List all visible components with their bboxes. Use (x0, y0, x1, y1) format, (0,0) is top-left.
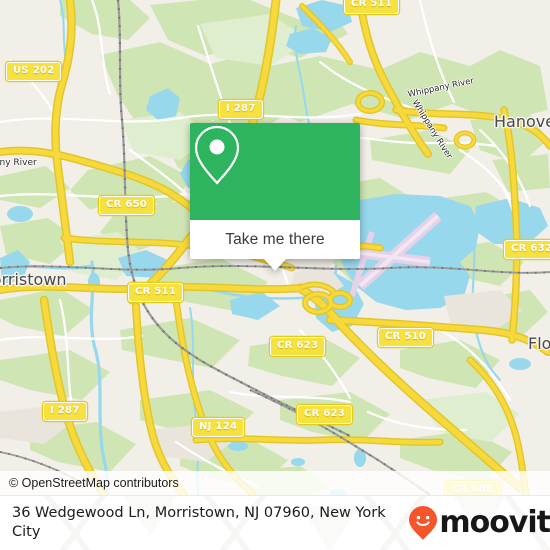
map-attribution: © OpenStreetMap contributors (0, 471, 550, 495)
address-text: 36 Wedgewood Ln, Morristown, NJ 07960, N… (12, 505, 386, 540)
address-footer-bar: 36 Wedgewood Ln, Morristown, NJ 07960, N… (0, 495, 550, 550)
waterway-label-any-river: any River (0, 158, 37, 168)
location-pin-icon (194, 125, 240, 185)
popup-card-pointer (264, 259, 286, 271)
route-shield-i-287-north[interactable]: I 287 (219, 100, 263, 119)
take-me-there-button[interactable]: Take me there (190, 220, 360, 259)
route-shield-nj-124[interactable]: NJ 124 (192, 418, 245, 437)
route-shield-i-287-south[interactable]: I 287 (43, 402, 87, 421)
route-shield-cr-510[interactable]: CR 510 (378, 328, 434, 347)
popup-card-header (190, 123, 360, 220)
route-shield-cr-632[interactable]: CR 632 (504, 240, 550, 259)
route-shield-cr-623-south[interactable]: CR 623 (297, 405, 353, 424)
map-canvas[interactable]: Morristown Hanover Florham Park Whippany… (0, 0, 550, 495)
route-shield-cr-650[interactable]: CR 650 (99, 196, 155, 215)
map-screenshot: Morristown Hanover Florham Park Whippany… (0, 0, 550, 550)
moovit-logo[interactable]: moovit (408, 505, 550, 541)
attribution-text: © OpenStreetMap contributors (9, 476, 179, 490)
moovit-smiley-pin-icon (409, 506, 438, 540)
route-shield-cr-623-north[interactable]: CR 623 (270, 337, 326, 356)
route-shield-cr-511-north[interactable]: CR 511 (344, 0, 400, 14)
take-me-there-label: Take me there (225, 230, 325, 248)
moovit-wordmark: moovit (439, 505, 550, 540)
route-shield-us-202[interactable]: US 202 (6, 62, 62, 81)
route-shield-cr-511[interactable]: CR 511 (128, 283, 184, 302)
location-popup-card[interactable]: Take me there (190, 123, 360, 271)
